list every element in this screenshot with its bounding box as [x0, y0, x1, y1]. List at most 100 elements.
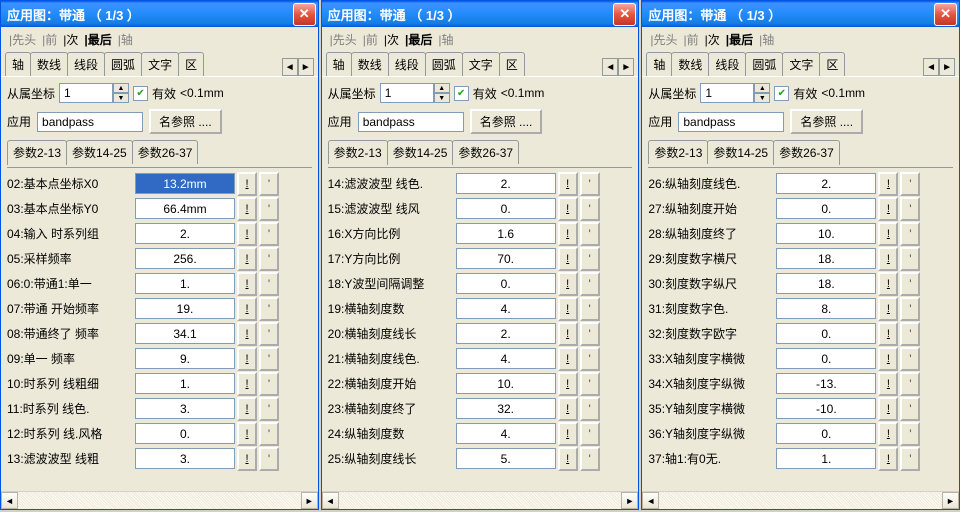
cat-tab-4[interactable]: 文字 [462, 52, 500, 76]
param-tick-button[interactable]: ' [900, 372, 920, 396]
param-value-07[interactable]: 19. [135, 298, 235, 319]
nav-next[interactable]: |次 [703, 31, 722, 48]
param-tick-button[interactable]: ' [259, 372, 279, 396]
param-excl-button[interactable]: ! [237, 222, 257, 246]
param-tick-button[interactable]: ' [900, 322, 920, 346]
param-excl-button[interactable]: ! [878, 322, 898, 346]
param-value-15[interactable]: 0. [456, 198, 556, 219]
param-tick-button[interactable]: ' [259, 272, 279, 296]
param-tick-button[interactable]: ' [580, 447, 600, 471]
param-tab-0[interactable]: 参数2-13 [7, 140, 67, 165]
cat-tab-4[interactable]: 文字 [782, 52, 820, 76]
param-excl-button[interactable]: ! [558, 272, 578, 296]
param-tick-button[interactable]: ' [900, 247, 920, 271]
tab-scroll-right[interactable]: ► [618, 58, 634, 76]
spin-up[interactable]: ▲ [434, 83, 450, 93]
cat-tab-1[interactable]: 数线 [30, 52, 68, 76]
param-excl-button[interactable]: ! [558, 447, 578, 471]
cat-tab-2[interactable]: 线段 [708, 52, 746, 76]
param-excl-button[interactable]: ! [558, 372, 578, 396]
close-button[interactable]: ✕ [293, 3, 316, 26]
param-excl-button[interactable]: ! [558, 197, 578, 221]
param-tab-1[interactable]: 参数14-25 [387, 140, 454, 165]
param-excl-button[interactable]: ! [878, 397, 898, 421]
close-button[interactable]: ✕ [613, 3, 636, 26]
param-tick-button[interactable]: ' [900, 422, 920, 446]
param-value-13[interactable]: 3. [135, 448, 235, 469]
spin-down[interactable]: ▼ [434, 93, 450, 103]
coord-input[interactable] [380, 83, 434, 103]
param-tick-button[interactable]: ' [259, 447, 279, 471]
coord-input[interactable] [59, 83, 113, 103]
param-tick-button[interactable]: ' [580, 372, 600, 396]
param-value-18[interactable]: 0. [456, 273, 556, 294]
param-excl-button[interactable]: ! [237, 322, 257, 346]
tab-scroll-left[interactable]: ◄ [282, 58, 298, 76]
param-value-03[interactable]: 66.4mm [135, 198, 235, 219]
cat-tab-1[interactable]: 数线 [351, 52, 389, 76]
param-value-12[interactable]: 0. [135, 423, 235, 444]
hscroll-track[interactable] [339, 492, 622, 509]
tab-scroll-left[interactable]: ◄ [923, 58, 939, 76]
name-ref-button[interactable]: 名参照 .... [790, 109, 863, 134]
cat-tab-1[interactable]: 数线 [671, 52, 709, 76]
param-tab-2[interactable]: 参数26-37 [452, 140, 519, 164]
nav-next[interactable]: |次 [382, 31, 401, 48]
param-excl-button[interactable]: ! [878, 422, 898, 446]
param-tick-button[interactable]: ' [900, 172, 920, 196]
name-ref-button[interactable]: 名参照 .... [149, 109, 222, 134]
param-tick-button[interactable]: ' [580, 397, 600, 421]
param-excl-button[interactable]: ! [237, 172, 257, 196]
valid-checkbox[interactable]: ✔ [774, 86, 789, 101]
param-tick-button[interactable]: ' [900, 397, 920, 421]
nav-next[interactable]: |次 [61, 31, 80, 48]
param-value-11[interactable]: 3. [135, 398, 235, 419]
param-excl-button[interactable]: ! [237, 447, 257, 471]
param-excl-button[interactable]: ! [558, 222, 578, 246]
param-tick-button[interactable]: ' [580, 197, 600, 221]
param-tick-button[interactable]: ' [900, 222, 920, 246]
param-value-10[interactable]: 1. [135, 373, 235, 394]
hscroll-left[interactable]: ◄ [642, 492, 659, 509]
hscroll-left[interactable]: ◄ [322, 492, 339, 509]
param-value-35[interactable]: -10. [776, 398, 876, 419]
param-excl-button[interactable]: ! [558, 347, 578, 371]
param-tab-2[interactable]: 参数26-37 [132, 140, 199, 164]
nav-last[interactable]: |最后 [82, 31, 113, 48]
param-value-29[interactable]: 18. [776, 248, 876, 269]
param-value-05[interactable]: 256. [135, 248, 235, 269]
param-tick-button[interactable]: ' [259, 172, 279, 196]
param-value-28[interactable]: 10. [776, 223, 876, 244]
spin-down[interactable]: ▼ [754, 93, 770, 103]
param-value-17[interactable]: 70. [456, 248, 556, 269]
param-tick-button[interactable]: ' [259, 422, 279, 446]
hscroll-track[interactable] [18, 492, 301, 509]
valid-checkbox[interactable]: ✔ [133, 86, 148, 101]
cat-tab-0[interactable]: 轴 [646, 52, 672, 76]
cat-tab-2[interactable]: 线段 [388, 52, 426, 76]
param-excl-button[interactable]: ! [878, 172, 898, 196]
hscroll-left[interactable]: ◄ [1, 492, 18, 509]
param-excl-button[interactable]: ! [878, 272, 898, 296]
param-tick-button[interactable]: ' [580, 347, 600, 371]
cat-tab-4[interactable]: 文字 [141, 52, 179, 76]
param-value-22[interactable]: 10. [456, 373, 556, 394]
param-value-14[interactable]: 2. [456, 173, 556, 194]
param-tick-button[interactable]: ' [580, 272, 600, 296]
param-value-37[interactable]: 1. [776, 448, 876, 469]
param-tick-button[interactable]: ' [259, 297, 279, 321]
param-tick-button[interactable]: ' [900, 197, 920, 221]
spin-up[interactable]: ▲ [113, 83, 129, 93]
spin-up[interactable]: ▲ [754, 83, 770, 93]
apply-input[interactable] [678, 112, 784, 132]
param-tick-button[interactable]: ' [259, 322, 279, 346]
param-excl-button[interactable]: ! [237, 197, 257, 221]
param-value-06[interactable]: 1. [135, 273, 235, 294]
param-excl-button[interactable]: ! [237, 247, 257, 271]
param-tab-0[interactable]: 参数2-13 [648, 140, 708, 164]
param-excl-button[interactable]: ! [237, 422, 257, 446]
param-value-36[interactable]: 0. [776, 423, 876, 444]
spin-down[interactable]: ▼ [113, 93, 129, 103]
cat-tab-0[interactable]: 轴 [326, 52, 352, 76]
param-value-31[interactable]: 8. [776, 298, 876, 319]
